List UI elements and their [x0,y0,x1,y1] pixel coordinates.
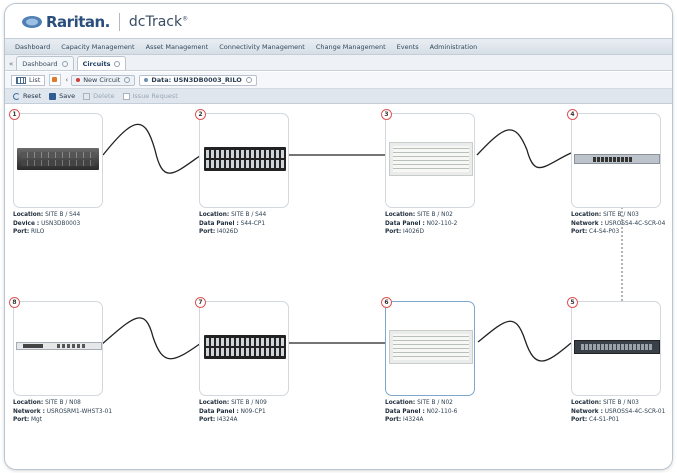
raritan-logo-icon [22,16,42,28]
menu-item-change-management[interactable]: Change Management [316,43,386,51]
menu-item-capacity-management[interactable]: Capacity Management [61,43,134,51]
menu-item-events[interactable]: Events [397,43,419,51]
subtab-close-icon[interactable] [124,77,131,83]
node-6-info: Location: SITE B / N02 Data Panel : N02-… [385,400,458,424]
delete-button[interactable]: Delete [83,92,115,100]
node-number-badge: 8 [9,297,20,308]
brand-name: Raritan. [46,13,110,31]
app-logo: Raritan. dcTrack® [21,12,188,32]
cable-7-8 [100,317,202,360]
node-7-info: Location: SITE B / N09 Data Panel : N09-… [199,400,267,424]
app-window: Raritan. dcTrack® Dashboard Capacity Man… [4,3,673,470]
tab-close-icon[interactable] [61,60,68,67]
circuit-node-7[interactable] [199,301,289,396]
subtab-close-icon[interactable] [245,77,252,83]
circuit-icon[interactable] [49,74,62,86]
cable-3-4 [476,129,572,169]
menu-item-asset-management[interactable]: Asset Management [146,43,209,51]
tab-circuits[interactable]: Circuits [76,56,127,70]
subtab-scroll-left-icon[interactable]: ‹ [65,76,68,84]
node-number-badge: 2 [195,109,206,120]
cable-1-2 [102,123,202,174]
list-grid-icon [16,76,26,84]
reset-icon [13,92,20,100]
circuit-node-8[interactable] [13,301,103,396]
tab-scroll-left-icon[interactable]: « [9,60,13,68]
menu-item-connectivity-management[interactable]: Connectivity Management [219,43,305,51]
circuit-diagram: 1 Location: SITE B / S44 Device : USN3DB… [5,105,672,469]
save-button[interactable]: Save [49,92,75,100]
tab-close-icon[interactable] [114,60,121,67]
circuit-node-5[interactable] [571,301,661,396]
patch-panel-image [389,142,473,176]
node-1-info: Location: SITE B / S44 Device : USN3DB00… [13,212,81,236]
circuit-node-1[interactable] [13,113,103,208]
main-menu: Dashboard Capacity Management Asset Mana… [5,38,672,55]
tab-dashboard[interactable]: Dashboard [16,56,74,70]
circuit-node-2[interactable] [199,113,289,208]
switch-image [574,154,660,164]
node-5-info: Location: SITE B / N03 Network : USROSS4… [571,400,666,424]
patch-panel-image [389,330,473,364]
node-number-badge: 3 [381,109,392,120]
node-number-badge: 6 [381,297,392,308]
subtab-data-circuit[interactable]: Data: USN3DB0003_RILO [139,74,257,86]
circuit-node-4[interactable] [571,113,661,208]
list-view-button[interactable]: List [11,74,46,86]
node-4-info: Location: SITE B / N03 Network : USROSS4… [571,212,666,236]
node-8-info: Location: SITE B / N08 Network : USROSRM… [13,400,113,424]
reset-button[interactable]: Reset [13,92,41,100]
switch-image [574,340,660,354]
subtab-new-circuit[interactable]: New Circuit [71,74,136,86]
node-number-badge: 5 [567,297,578,308]
new-circuit-status-icon [76,78,81,82]
server-image [17,148,99,170]
product-name: dcTrack® [128,14,189,30]
circuit-node-3[interactable] [385,113,475,208]
node-number-badge: 4 [567,109,578,120]
app-header: Raritan. dcTrack® [5,4,672,38]
circuit-node-6[interactable] [385,301,475,396]
panel-image [204,335,286,359]
trash-icon [83,92,91,100]
main-tabs: « Dashboard Circuits [5,55,672,71]
circuit-subtabs: List ‹ New Circuit Data: USN3DB0003_RILO [5,72,672,89]
save-icon [49,92,57,100]
node-2-info: Location: SITE B / S44 Data Panel : S44-… [199,212,267,236]
panel-image [204,147,286,171]
circuit-toolbar: Reset Save Delete Issue Request [5,89,672,104]
data-circuit-status-icon [144,78,149,82]
menu-item-administration[interactable]: Administration [430,43,478,51]
cable-5-6 [477,320,572,362]
checkbox-icon [122,92,130,100]
router-image [16,342,102,350]
issue-request-button[interactable]: Issue Request [122,92,178,100]
menu-item-dashboard[interactable]: Dashboard [15,43,50,51]
node-3-info: Location: SITE B / N02 Data Panel : N02-… [385,212,458,236]
node-number-badge: 7 [195,297,206,308]
node-number-badge: 1 [9,109,20,120]
